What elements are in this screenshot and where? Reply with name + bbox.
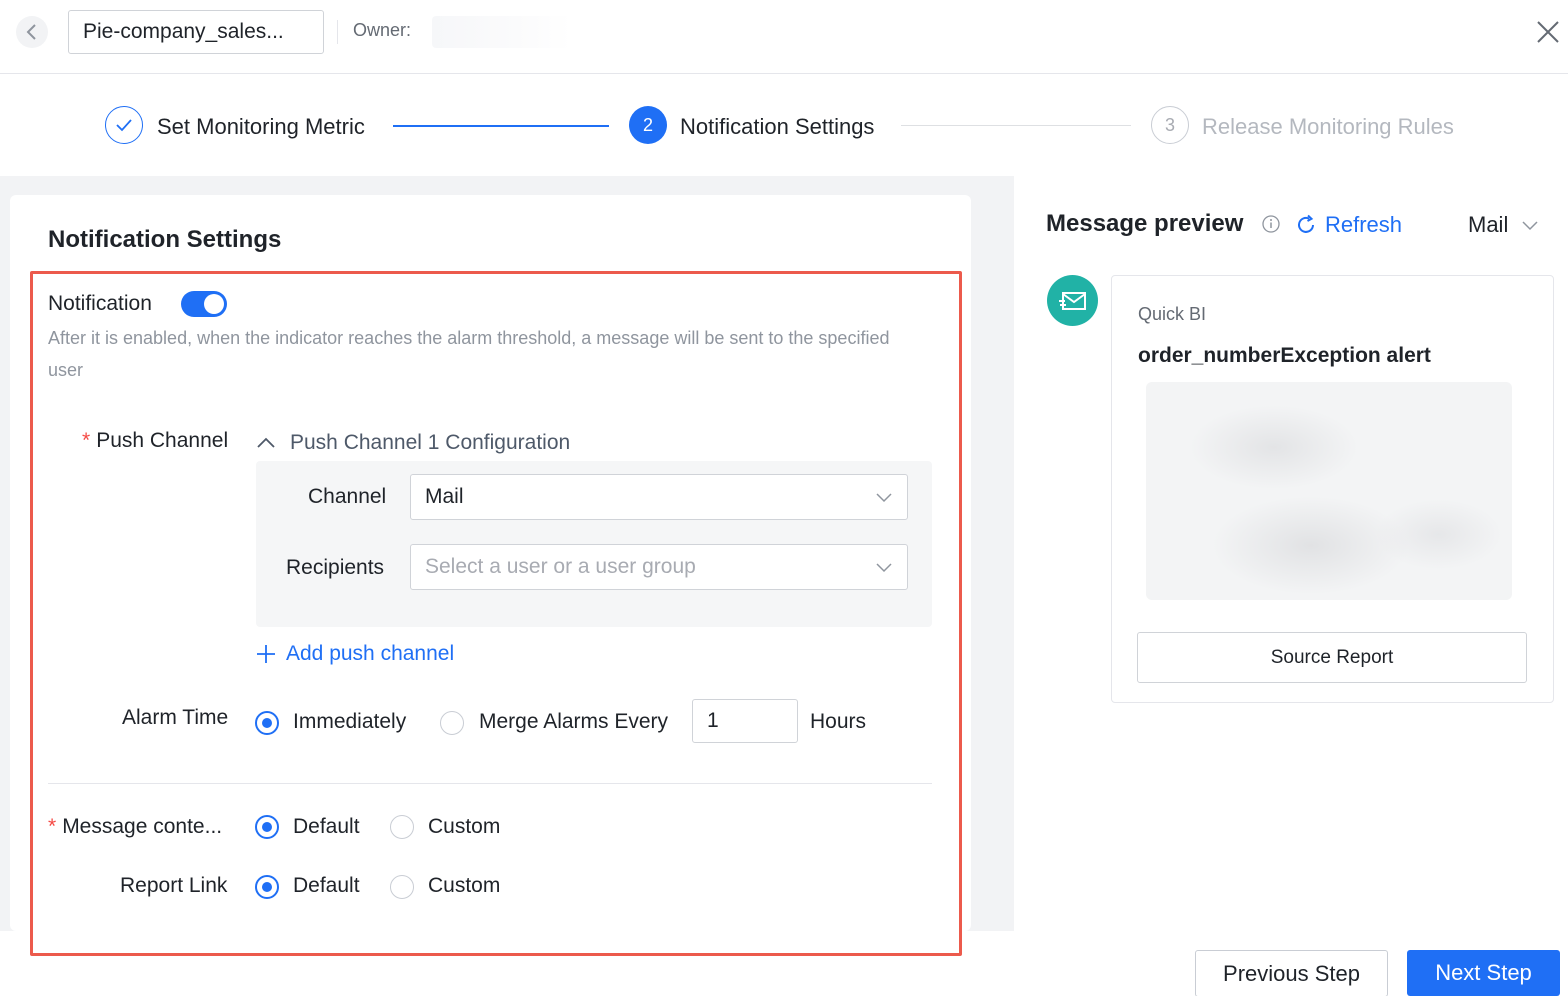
info-icon[interactable] <box>1262 215 1280 233</box>
refresh-button[interactable]: Refresh <box>1295 212 1402 238</box>
alarm-immediately-radio[interactable] <box>255 711 279 735</box>
next-step-button[interactable]: Next Step <box>1407 950 1560 996</box>
previous-step-button[interactable]: Previous Step <box>1195 950 1388 996</box>
step-2-label: Notification Settings <box>680 114 875 139</box>
chevron-down-icon <box>1522 221 1538 231</box>
source-report-button[interactable]: Source Report <box>1137 632 1527 683</box>
alarm-time-label: Alarm Time <box>122 706 229 729</box>
channel-label: Channel <box>308 485 387 508</box>
push-channel-collapse-header[interactable]: Push Channel 1 Configuration <box>256 431 570 455</box>
step-2-number: 2 <box>629 106 667 144</box>
recipients-placeholder: Select a user or a user group <box>425 555 696 578</box>
mail-avatar <box>1047 275 1098 326</box>
step-1-label: Set Monitoring Metric <box>157 114 365 139</box>
message-content-label: * Message conte... <box>48 815 222 839</box>
card-title: Notification Settings <box>48 226 282 253</box>
top-bar: Pie-company_sales... Owner: <box>0 0 1568 74</box>
envelope-icon <box>1058 291 1086 310</box>
preview-channel-select[interactable]: Mail <box>1468 212 1538 238</box>
report-link-custom-radio[interactable] <box>390 875 414 899</box>
message-body-redacted <box>1146 382 1512 600</box>
step-1-done-icon <box>105 106 143 144</box>
message-content-label-text: Message conte... <box>62 815 223 838</box>
message-subject: order_numberException alert <box>1138 344 1431 367</box>
close-icon[interactable] <box>1534 18 1562 46</box>
section-divider <box>48 783 932 784</box>
header-divider <box>337 20 338 44</box>
add-push-channel-text: Add push channel <box>286 642 455 665</box>
push-channel-config-title: Push Channel 1 Configuration <box>290 431 571 454</box>
recipients-label: Recipients <box>286 556 385 579</box>
step-3-number: 3 <box>1151 106 1189 144</box>
progress-stepper: Set Monitoring Metric 2 Notification Set… <box>0 74 1568 176</box>
message-default-text[interactable]: Default <box>293 815 360 839</box>
message-sender: Quick BI <box>1138 304 1207 324</box>
alarm-merge-text[interactable]: Merge Alarms Every <box>479 710 668 734</box>
check-icon <box>116 119 132 132</box>
merge-interval-unit: Hours <box>810 710 867 733</box>
chevron-up-icon <box>257 437 275 448</box>
back-button[interactable] <box>16 16 48 48</box>
step-connector-2 <box>901 125 1131 126</box>
preview-channel-value: Mail <box>1468 212 1509 237</box>
channel-select[interactable]: Mail <box>410 474 908 520</box>
notification-toggle[interactable] <box>181 291 227 317</box>
report-link-label: Report Link <box>120 874 228 897</box>
message-custom-text[interactable]: Custom <box>428 815 500 839</box>
owner-label: Owner: <box>353 20 412 40</box>
message-preview-title: Message preview <box>1046 210 1244 237</box>
notification-label: Notification <box>48 292 152 315</box>
owner-name-redacted <box>432 16 572 48</box>
plus-icon <box>257 645 275 663</box>
push-channel-label: * Push Channel <box>82 429 228 453</box>
required-marker: * <box>48 815 57 838</box>
report-link-default-radio[interactable] <box>255 875 279 899</box>
toggle-knob <box>204 294 224 314</box>
merge-interval-input[interactable]: 1 <box>692 699 798 743</box>
report-link-custom-text[interactable]: Custom <box>428 874 500 898</box>
report-name-field[interactable]: Pie-company_sales... <box>68 10 324 54</box>
message-default-radio[interactable] <box>255 815 279 839</box>
required-marker: * <box>82 429 91 452</box>
alarm-merge-radio[interactable] <box>440 711 464 735</box>
chevron-down-icon <box>876 493 892 503</box>
message-custom-radio[interactable] <box>390 815 414 839</box>
recipients-select[interactable]: Select a user or a user group <box>410 544 908 590</box>
chevron-left-icon <box>26 24 36 40</box>
step-connector-1 <box>393 125 609 127</box>
report-link-default-text[interactable]: Default <box>293 874 360 898</box>
channel-select-value: Mail <box>425 485 464 508</box>
alarm-immediately-text[interactable]: Immediately <box>293 710 406 734</box>
refresh-icon <box>1298 214 1314 233</box>
refresh-label: Refresh <box>1325 212 1403 237</box>
add-push-channel-link[interactable]: Add push channel <box>256 642 454 666</box>
notification-hint: After it is enabled, when the indicator … <box>48 328 890 380</box>
step-3-label: Release Monitoring Rules <box>1202 114 1454 139</box>
push-channel-label-text: Push Channel <box>96 429 229 452</box>
chevron-down-icon <box>876 563 892 573</box>
